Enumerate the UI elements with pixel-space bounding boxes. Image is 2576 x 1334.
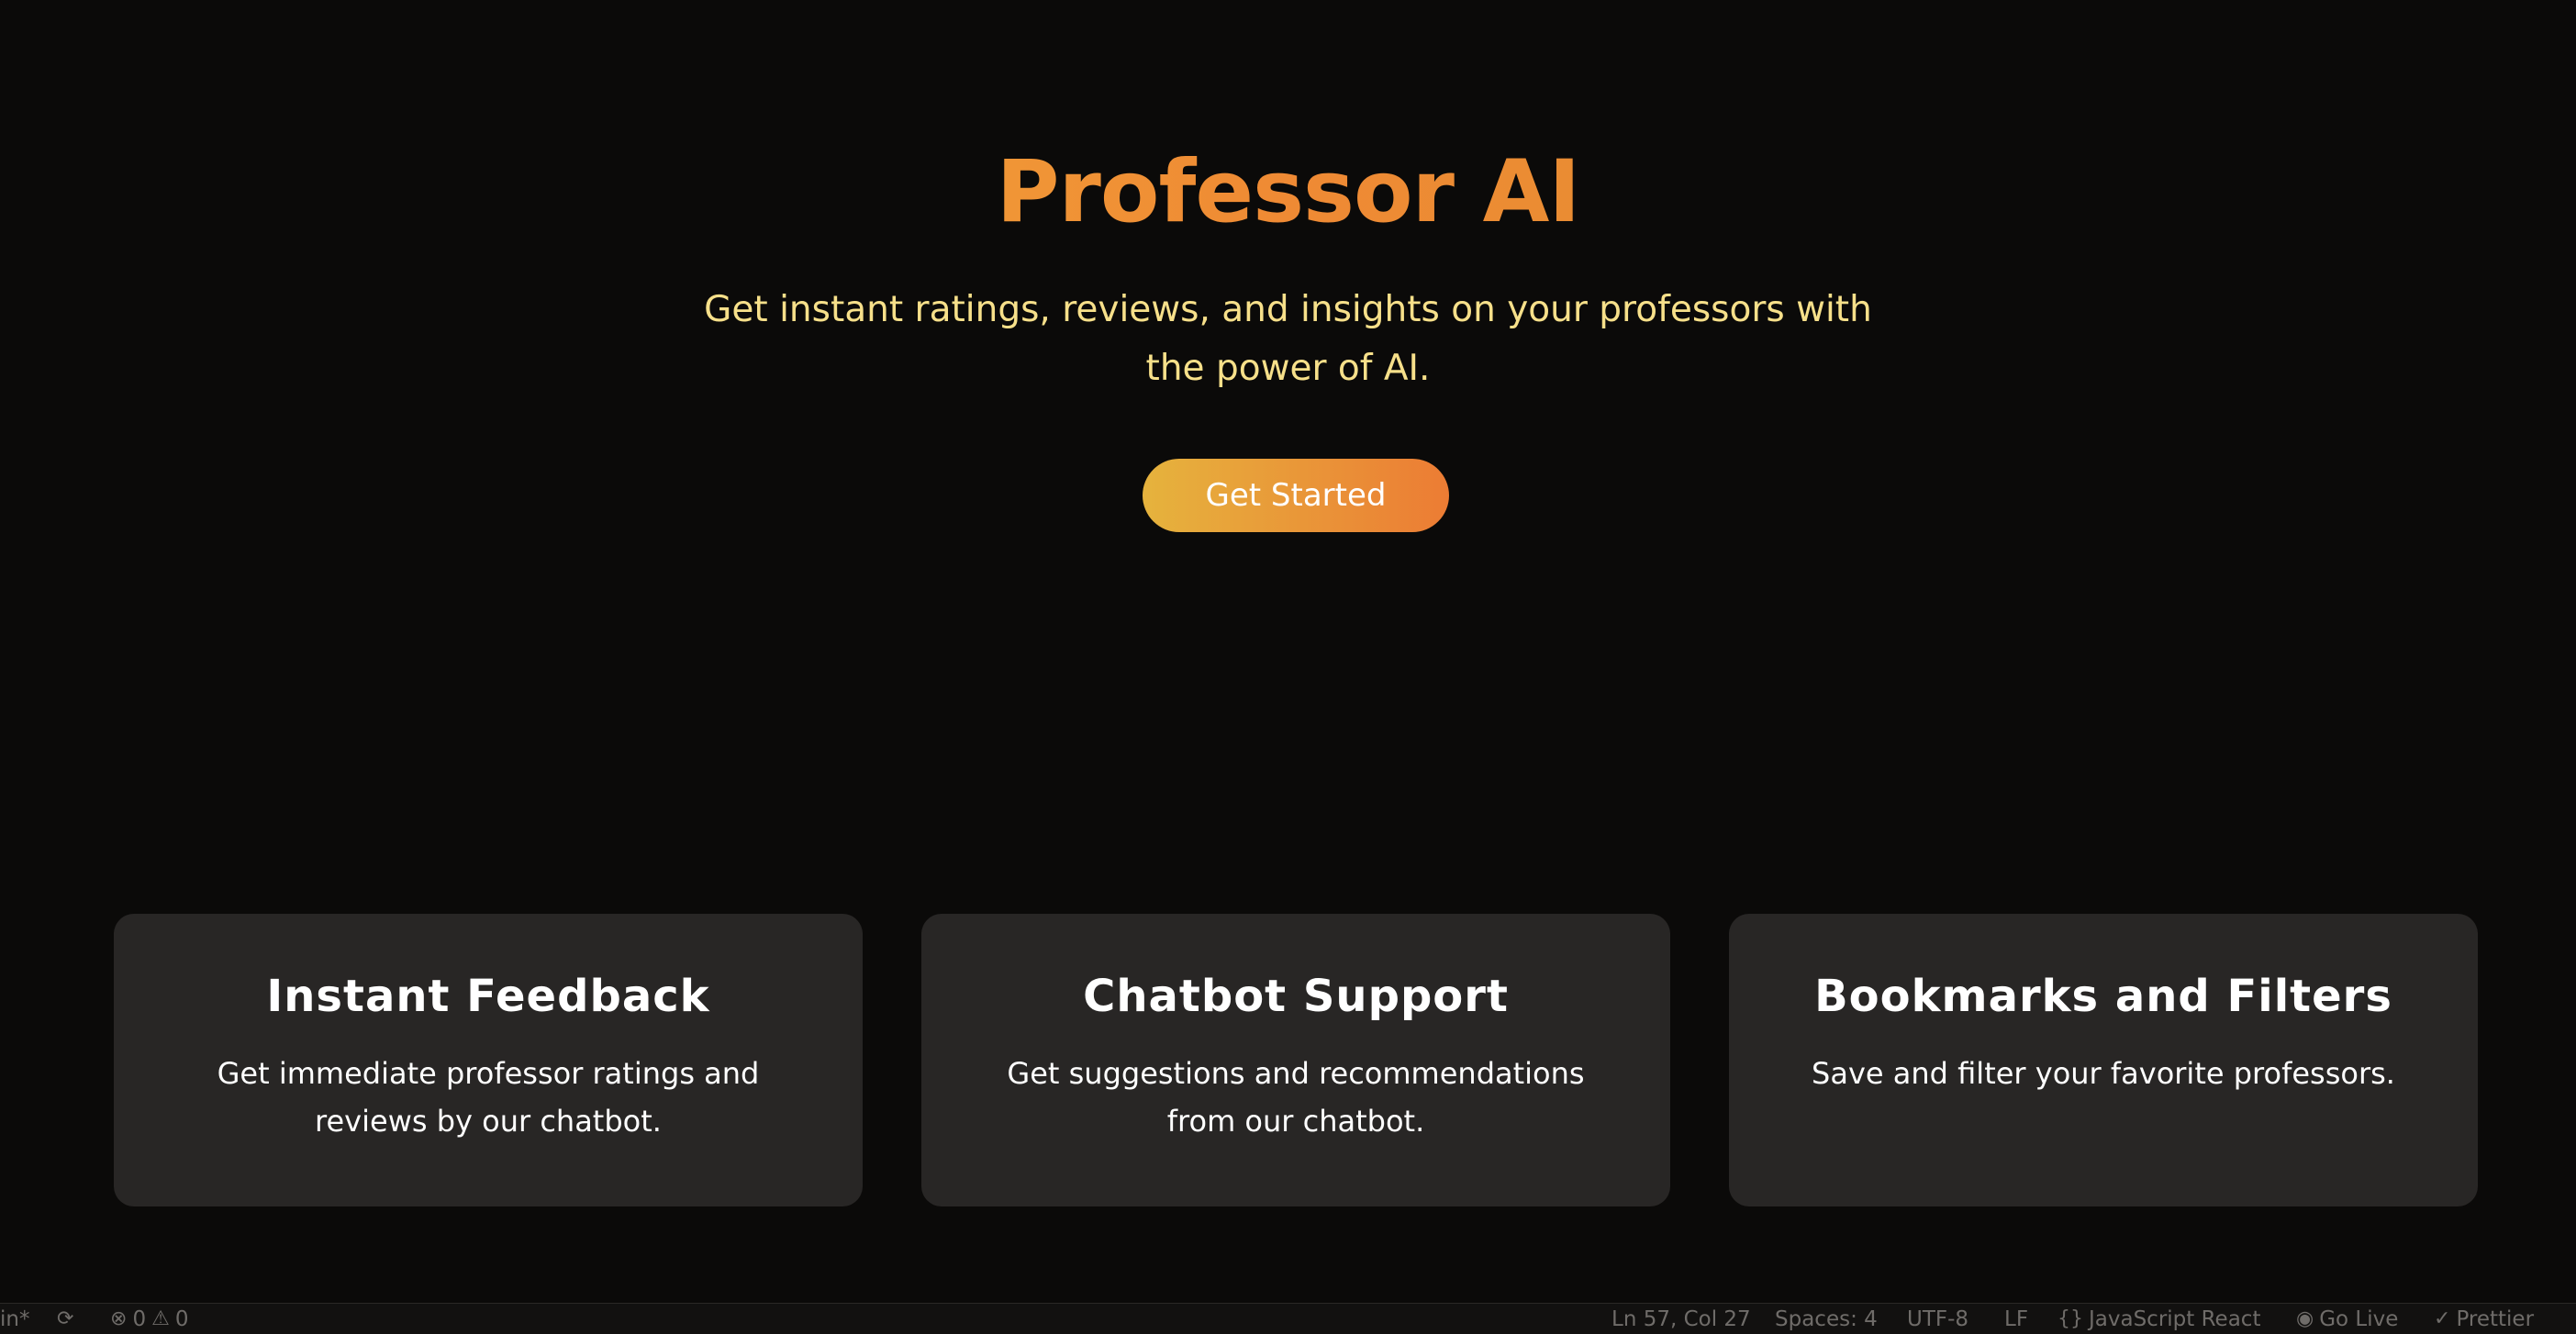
editor-status-bar: in* ⟳ ⊗ 0 ⚠ 0 Ln 57, Col 27 Spaces: 4 UT… [0,1303,2576,1334]
feature-card-description: Get immediate professor ratings and revi… [217,1056,760,1139]
problems-indicator[interactable]: ⊗ 0 ⚠ 0 [110,1304,188,1334]
check-double-icon: ✓ [2434,1307,2451,1330]
prettier-label: Prettier [2456,1307,2535,1331]
encoding-selector[interactable]: UTF-8 [1907,1304,1968,1334]
sync-button[interactable]: ⟳ [57,1304,73,1334]
cursor-position[interactable]: Ln 57, Col 27 [1611,1304,1751,1334]
language-label: JavaScript React [2089,1307,2261,1331]
line-ending-selector[interactable]: LF [2004,1304,2028,1334]
prettier-button[interactable]: ✓ Prettier [2434,1304,2534,1334]
hero-subtitle: Get instant ratings, reviews, and insigh… [704,289,1872,389]
error-count: 0 [132,1307,147,1331]
warning-icon: ⚠ [151,1307,170,1330]
warning-count: 0 [174,1307,189,1331]
feature-card-description: Save and filter your favorite professors… [1812,1056,2395,1091]
line-ending-label: LF [2004,1307,2029,1331]
hero-title: Professor AI [0,136,2576,250]
encoding-label: UTF-8 [1907,1307,1969,1331]
feature-card-description: Get suggestions and recommendations from… [1007,1056,1585,1139]
cursor-position-label: Ln 57, Col 27 [1611,1307,1751,1331]
branch-indicator[interactable]: in* [0,1304,29,1334]
broadcast-icon: ◉ [2296,1307,2314,1330]
feature-card-title: Instant Feedback [266,971,710,1022]
indentation-label: Spaces: 4 [1775,1307,1878,1331]
hero-title-text: Professor AI [996,142,1580,242]
branch-label: in* [0,1307,30,1331]
error-icon: ⊗ [110,1307,128,1330]
sync-icon: ⟳ [57,1307,74,1330]
feature-card-instant-feedback: Instant Feedback Get immediate professor… [114,914,863,1206]
feature-card-title: Chatbot Support [1083,971,1509,1022]
landing-page: Professor AI Get instant ratings, review… [0,0,2576,1334]
feature-card-bookmarks-filters: Bookmarks and Filters Save and filter yo… [1729,914,2478,1206]
feature-card-chatbot-support: Chatbot Support Get suggestions and reco… [921,914,1670,1206]
get-started-button[interactable]: Get Started [1143,459,1449,532]
feature-card-title: Bookmarks and Filters [1814,971,2392,1022]
go-live-label: Go Live [2319,1307,2399,1331]
language-selector[interactable]: {} JavaScript React [2057,1304,2260,1334]
indentation-selector[interactable]: Spaces: 4 [1775,1304,1878,1334]
go-live-button[interactable]: ◉ Go Live [2296,1304,2398,1334]
braces-icon: {} [2057,1307,2083,1330]
